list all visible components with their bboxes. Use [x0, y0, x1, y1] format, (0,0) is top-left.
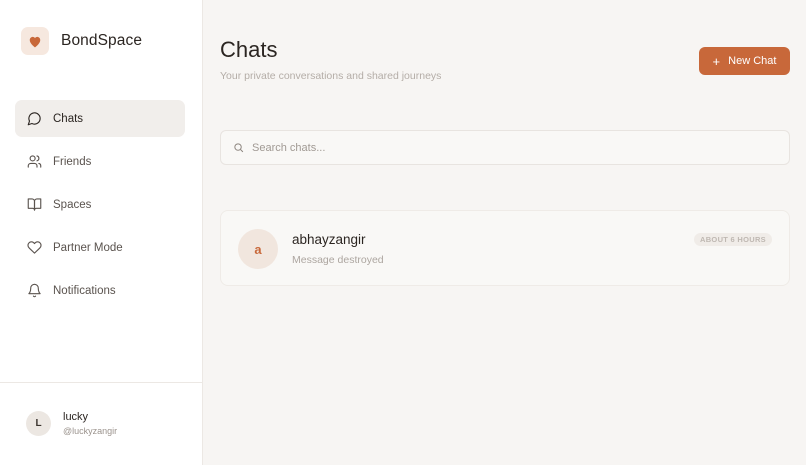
sidebar-item-label: Spaces	[53, 198, 92, 211]
search-input[interactable]	[252, 141, 752, 154]
chat-preview: Message destroyed	[292, 254, 384, 266]
new-chat-button[interactable]: + New Chat	[699, 47, 790, 75]
sidebar-item-chats[interactable]: Chats	[15, 100, 185, 137]
sidebar-item-spaces[interactable]: Spaces	[15, 186, 185, 223]
sidebar: BondSpace Chats Friends Spaces Partner M…	[0, 0, 203, 465]
sidebar-item-partner-mode[interactable]: Partner Mode	[15, 229, 185, 266]
user-handle: @luckyzangir	[63, 426, 118, 436]
chat-time-badge: ABOUT 6 HOURS	[694, 233, 772, 246]
sidebar-item-notifications[interactable]: Notifications	[15, 272, 185, 309]
page-subtitle: Your private conversations and shared jo…	[220, 70, 442, 82]
avatar: L	[26, 411, 51, 436]
search-icon	[233, 142, 244, 153]
user-name: lucky	[63, 411, 89, 423]
avatar: a	[238, 229, 278, 269]
user-profile[interactable]: L lucky @luckyzangir	[0, 382, 202, 465]
chat-name: abhayzangir	[292, 232, 366, 247]
new-chat-label: New Chat	[728, 55, 777, 67]
sidebar-nav: Chats Friends Spaces Partner Mode Notifi…	[15, 100, 185, 315]
bell-icon	[26, 283, 42, 299]
chat-bubble-icon	[26, 111, 42, 127]
sidebar-item-label: Friends	[53, 155, 92, 168]
sidebar-item-friends[interactable]: Friends	[15, 143, 185, 180]
book-open-icon	[26, 197, 42, 213]
search-bar[interactable]	[220, 130, 790, 165]
main-content: Chats Your private conversations and sha…	[203, 0, 806, 465]
brand-name: BondSpace	[61, 32, 143, 49]
sidebar-item-label: Notifications	[53, 284, 116, 297]
plus-icon: +	[712, 53, 721, 69]
page-title: Chats	[220, 37, 278, 62]
brand[interactable]: BondSpace	[21, 27, 142, 55]
chat-list-item[interactable]: a abhayzangir Message destroyed ABOUT 6 …	[220, 210, 790, 286]
heart-icon	[21, 27, 49, 55]
users-icon	[26, 154, 42, 170]
heart-outline-icon	[26, 240, 42, 256]
sidebar-item-label: Chats	[53, 112, 84, 125]
sidebar-item-label: Partner Mode	[53, 241, 123, 254]
